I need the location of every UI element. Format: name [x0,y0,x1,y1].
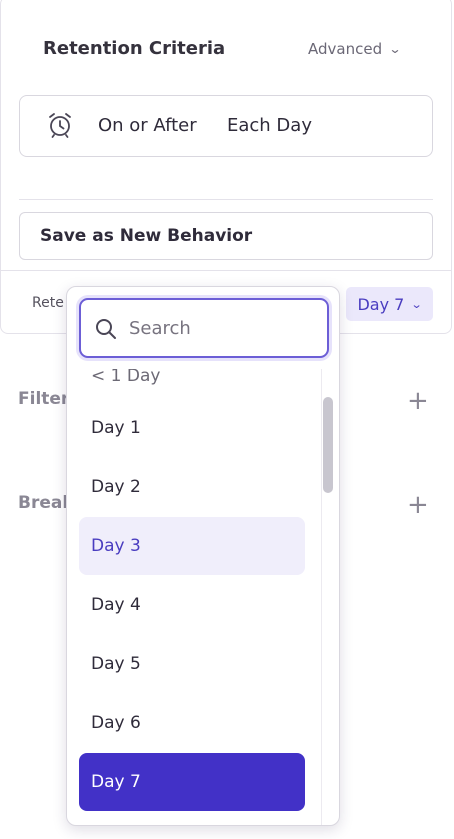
list-item[interactable]: Day 7 [79,753,305,811]
list-item[interactable]: Day 1 [79,399,305,457]
retention-footer-label: Rete [32,295,64,311]
advanced-label: Advanced [308,40,383,58]
filters-section-label: Filter [18,389,70,409]
day-options-list: < 1 Day Day 1 Day 2 Day 3 Day 4 Day 5 Da… [67,369,339,825]
scrollbar-track [321,369,322,825]
list-item[interactable]: Day 3 [79,517,305,575]
list-item[interactable]: Day 5 [79,635,305,693]
divider [1,270,451,271]
divider [19,199,433,200]
add-filter-icon[interactable]: + [407,388,429,414]
retention-criteria-title: Retention Criteria [43,38,226,59]
list-item[interactable]: Day 6 [79,694,305,752]
day-select-button[interactable]: Day 7 ⌄ [346,287,433,321]
day-dropdown-menu: < 1 Day Day 1 Day 2 Day 3 Day 4 Day 5 Da… [66,286,340,826]
alarm-clock-icon [49,113,71,138]
save-as-new-behavior-button[interactable]: Save as New Behavior [19,212,433,260]
criteria-mode-select[interactable]: On or After [98,115,197,136]
criteria-unit-select[interactable]: Each Day [227,115,312,136]
chevron-down-icon: ⌄ [388,42,402,56]
scrollbar-thumb[interactable] [323,397,333,493]
retention-criteria-box[interactable] [19,95,433,157]
search-input[interactable] [129,312,319,344]
list-item[interactable]: Day 4 [79,576,305,634]
list-item[interactable]: Day 2 [79,458,305,516]
day-select-label: Day 7 [357,294,405,314]
search-icon [96,319,116,339]
chevron-down-icon: ⌄ [410,297,423,311]
search-field[interactable] [79,298,329,358]
add-breakdown-icon[interactable]: + [407,492,429,518]
advanced-toggle[interactable]: Advanced ⌄ [308,40,402,58]
